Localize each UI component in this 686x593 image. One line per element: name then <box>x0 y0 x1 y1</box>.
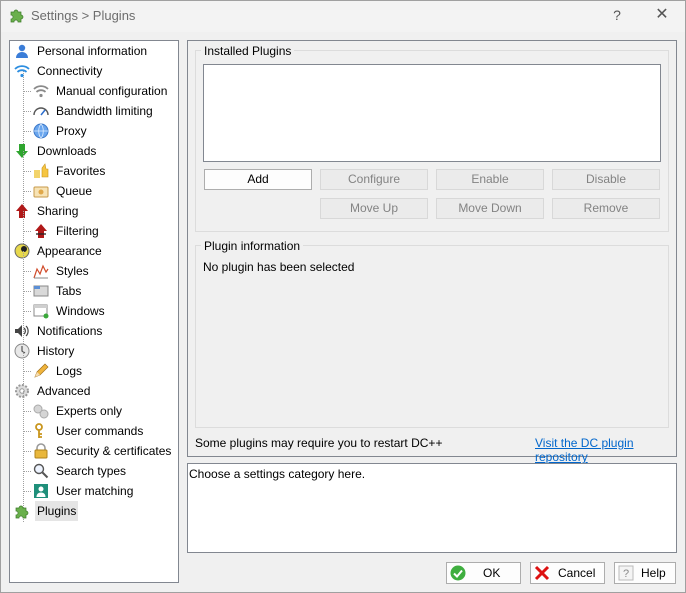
cancel-x-icon <box>534 565 550 581</box>
cancel-button[interactable]: Cancel <box>530 562 605 584</box>
tree-connector <box>23 351 24 372</box>
tree-item-label: History <box>37 344 75 358</box>
tree-connector <box>23 391 24 492</box>
tree-connector <box>23 251 24 312</box>
gauge-icon <box>33 107 49 116</box>
tree-item-label: Tabs <box>56 284 82 298</box>
close-button[interactable]: ✕ <box>650 4 674 26</box>
key-icon <box>35 423 43 438</box>
tree-item-label: Filtering <box>56 224 99 238</box>
tree-connector <box>23 491 31 492</box>
wifi-gray-icon <box>33 85 49 98</box>
tree-connector <box>23 291 31 292</box>
tree-connector <box>23 191 31 192</box>
tree-item-label: Personal information <box>37 44 148 58</box>
plugin-information-title: Plugin information <box>201 239 304 253</box>
tree-connector <box>23 111 31 112</box>
tree-item-label: Queue <box>56 184 93 198</box>
tree-connector <box>23 411 31 412</box>
tree-item-label: Experts only <box>56 404 123 418</box>
window-title: Settings > Plugins <box>31 8 136 23</box>
upload-arrow-icon <box>16 204 28 218</box>
ok-label: OK <box>483 566 501 580</box>
cancel-label: Cancel <box>558 566 596 580</box>
tree-connector <box>23 431 31 432</box>
tree-item-label: Security & certificates <box>56 444 172 458</box>
tree-item-label: User commands <box>56 424 144 438</box>
palette-icon <box>14 243 30 259</box>
tree-connector <box>23 91 31 92</box>
tree-item-label: User matching <box>56 484 134 498</box>
tree-item-label: Appearance <box>37 244 102 258</box>
move-up-button[interactable]: Move Up <box>320 198 428 219</box>
favorites-icon <box>34 163 49 178</box>
help-button[interactable]: ? Help <box>614 562 676 584</box>
configure-button[interactable]: Configure <box>320 169 428 190</box>
tree-item-label: Proxy <box>56 124 87 138</box>
filter-arrow-icon <box>35 224 47 238</box>
installed-plugins-list[interactable] <box>203 64 661 162</box>
tabs-icon <box>33 285 49 297</box>
windows-icon <box>33 304 49 319</box>
tree-connector <box>23 311 31 312</box>
add-button[interactable]: Add <box>204 169 312 190</box>
tree-item-label: Sharing <box>37 204 79 218</box>
tree-item-label: Plugins <box>35 501 79 521</box>
category-description-text: Choose a settings category here. <box>189 467 366 481</box>
title-bar: Settings > Plugins ? ✕ <box>0 0 686 32</box>
download-arrow-icon <box>16 144 28 158</box>
tree-item-label: Search types <box>56 464 127 478</box>
plugin-information-text: No plugin has been selected <box>203 260 355 274</box>
puzzle-icon <box>10 9 24 23</box>
help-icon: ? <box>618 565 634 581</box>
tree-item-label: Advanced <box>37 384 91 398</box>
tree-item-label: Downloads <box>37 144 97 158</box>
settings-category-tree[interactable]: Personal information Connectivity Manual… <box>9 40 179 583</box>
user-card-icon <box>34 484 48 498</box>
help-title-button[interactable]: ? <box>605 4 629 26</box>
remove-button[interactable]: Remove <box>552 198 660 219</box>
tree-connector <box>23 471 31 472</box>
queue-icon <box>33 186 49 198</box>
tree-connector <box>23 271 31 272</box>
puzzle-icon <box>15 505 29 519</box>
category-description: Choose a settings category here. <box>187 463 677 553</box>
globe-icon <box>33 123 49 139</box>
checkmark-icon <box>450 565 466 581</box>
tree-item-label: Styles <box>56 264 89 278</box>
tree-item-label: Bandwidth limiting <box>56 104 153 118</box>
tree-item-label: Notifications <box>37 324 103 338</box>
disable-button[interactable]: Disable <box>552 169 660 190</box>
gears-icon <box>33 404 49 419</box>
tree-connector <box>23 231 31 232</box>
tree-item-label: Logs <box>56 364 83 378</box>
lock-icon <box>34 443 48 459</box>
tree-item-label: Manual configuration <box>56 84 168 98</box>
help-label: Help <box>641 566 666 580</box>
tree-connector <box>23 131 31 132</box>
tree-item-label: Windows <box>56 304 105 318</box>
enable-button[interactable]: Enable <box>436 169 544 190</box>
move-down-button[interactable]: Move Down <box>436 198 544 219</box>
installed-plugins-title: Installed Plugins <box>201 44 295 58</box>
tree-item-label: Favorites <box>56 164 106 178</box>
speaker-icon <box>15 325 29 337</box>
wifi-icon <box>14 65 30 78</box>
person-icon <box>16 44 28 58</box>
ok-button[interactable]: OK <box>446 562 521 584</box>
pencil-icon <box>34 363 49 378</box>
tree-connector <box>23 171 31 172</box>
tree-connector <box>23 451 31 452</box>
tree-connector <box>23 371 31 372</box>
styles-chart-icon <box>33 264 49 279</box>
gear-icon <box>15 384 29 398</box>
restart-note: Some plugins may require you to restart … <box>195 436 443 450</box>
clock-icon <box>14 343 30 359</box>
plugin-repository-link[interactable]: Visit the DC plugin repository <box>535 436 686 464</box>
svg-text:?: ? <box>623 568 629 580</box>
tree-connector <box>23 211 24 232</box>
magnifier-icon <box>33 463 49 479</box>
tree-item-label: Connectivity <box>37 64 103 78</box>
